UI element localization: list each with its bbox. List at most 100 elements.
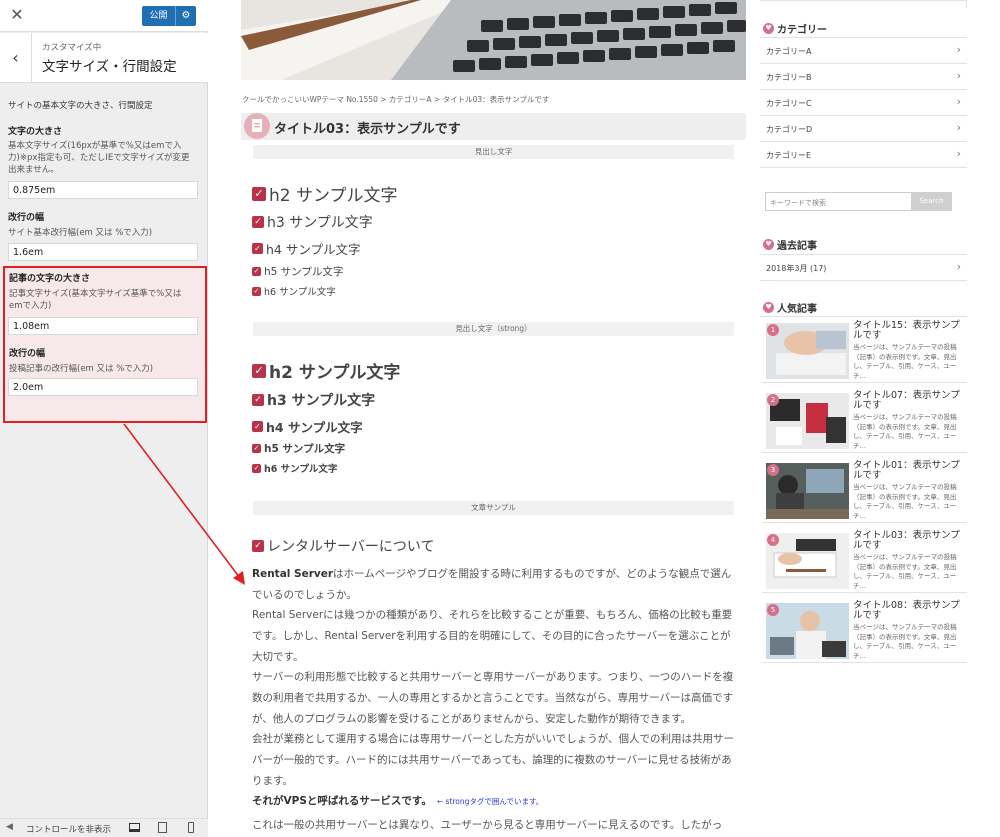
- heading-h2: ✓ h2 サンプル文字: [252, 181, 397, 206]
- publish-group: 公開 ⚙: [142, 6, 196, 26]
- archives-heading: ♥ 過去記事: [763, 237, 817, 252]
- desc-line: 力)※px指定も可、ただしIEで文字サイズが変更: [8, 153, 190, 163]
- hero-image: [241, 0, 746, 80]
- paragraph: それがVPSと呼ばれるサービスです。 ← strongタグで囲んでいます。: [252, 791, 738, 812]
- section-header: ‹ カスタマイズ中 文字サイズ・行間設定: [0, 33, 208, 83]
- publish-button[interactable]: 公開: [142, 6, 175, 26]
- section-title: 文字サイズ・行間設定: [42, 59, 177, 75]
- search-button[interactable]: Search: [911, 192, 952, 211]
- heading-text: h5 サンプル文字: [264, 266, 344, 278]
- check-icon: ✓: [252, 186, 266, 201]
- font-size-description: 基本文字サイズ(16pxが基準で%又はemで入 力)※px指定も可、ただしIEで…: [8, 140, 204, 176]
- heading-h4: ✓ h4 サンプル文字: [252, 239, 360, 258]
- post-excerpt: 当ページは、サンプルテーマの投稿（記事）の表示例です。文章、見出し、テーブル、引…: [853, 413, 957, 450]
- post-thumbnail: 5: [766, 603, 849, 659]
- category-label: カテゴリーB: [766, 73, 812, 82]
- heading-text: h6 サンプル文字: [264, 464, 338, 475]
- heading-h6: ✓ h6 サンプル文字: [252, 284, 336, 298]
- post-excerpt: 当ページは、サンプルテーマの投稿（記事）の表示例です。文章、見出し、テーブル、引…: [853, 483, 957, 520]
- customizer-screen: ✕ 公開 ⚙ ‹ カスタマイズ中 文字サイズ・行間設定 サイトの基本文字の大きさ…: [0, 0, 1000, 837]
- popular-post[interactable]: 2 タイトル07：表示サンプルです 当ページは、サンプルテーマの投稿（記事）の表…: [762, 389, 967, 453]
- mobile-icon[interactable]: [188, 822, 194, 833]
- close-icon[interactable]: ✕: [6, 4, 28, 26]
- tablet-icon[interactable]: [158, 822, 167, 833]
- chevron-right-icon: ›: [956, 121, 961, 134]
- heading-h5: ✓ h5 サンプル文字: [252, 264, 343, 279]
- paragraph: これは一般の共用サーバーとは異なり、ユーザーから見ると専用サーバーに見えるのです…: [252, 819, 723, 831]
- popular-heading: ♥ 人気記事: [763, 300, 817, 315]
- check-icon: ✓: [252, 243, 263, 254]
- desktop-icon[interactable]: [129, 823, 140, 832]
- section-description: サイトの基本文字の大きさ、行間設定: [8, 101, 153, 111]
- check-icon: ✓: [252, 363, 266, 378]
- post-title[interactable]: タイトル01：表示サンプルです: [853, 461, 965, 481]
- chevron-right-icon: ›: [956, 147, 961, 160]
- check-icon: ✓: [252, 394, 264, 406]
- font-size-input[interactable]: 0.875em: [8, 181, 198, 199]
- check-icon: ✓: [252, 463, 261, 473]
- caption-headings: 見出し文字: [253, 145, 734, 159]
- heading-text: h3 サンプル文字: [267, 393, 376, 409]
- section-heading: ✓ レンタルサーバーについて: [252, 536, 434, 556]
- category-item[interactable]: カテゴリーE ›: [760, 142, 967, 168]
- post-line-height-heading: 改行の幅: [9, 349, 46, 359]
- category-label: カテゴリーC: [766, 99, 812, 108]
- post-excerpt: 当ページは、サンプルテーマの投稿（記事）の表示例です。文章、見出し、テーブル、引…: [853, 623, 957, 660]
- paragraph: Rental Serverはホームページやブログを開設する時に利用するものですが…: [252, 564, 738, 606]
- search-input[interactable]: キーワードで検索: [765, 192, 912, 211]
- check-icon: ✓: [252, 540, 264, 552]
- gear-icon[interactable]: ⚙: [175, 6, 196, 26]
- collapse-icon[interactable]: ◀: [6, 822, 13, 832]
- divider: [760, 0, 967, 1]
- font-size-heading: 文字の大きさ: [8, 127, 63, 137]
- breadcrumb[interactable]: クールでかっこいいWPテーマ No.1550 > カテゴリーA > タイトル03…: [242, 94, 549, 105]
- paragraph: 会社が業務として運用する場合には専用サーバーとした方がいいでしょうが、個人での利…: [252, 733, 735, 787]
- post-font-size-input[interactable]: 1.08em: [8, 317, 198, 335]
- rank-badge: 2: [767, 394, 779, 406]
- category-item[interactable]: カテゴリーB ›: [760, 64, 967, 90]
- popular-post[interactable]: 5 タイトル08：表示サンプルです 当ページは、サンプルテーマの投稿（記事）の表…: [762, 599, 967, 663]
- divider: [966, 0, 967, 8]
- category-item[interactable]: カテゴリーD ›: [760, 116, 967, 142]
- check-icon: ✓: [252, 286, 261, 296]
- post-line-height-input[interactable]: 2.0em: [8, 378, 198, 396]
- heading-text: レンタルサーバーについて: [267, 539, 435, 555]
- archive-item[interactable]: 2018年3月 (17) ›: [760, 255, 967, 281]
- post-title[interactable]: タイトル03：表示サンプルです: [853, 531, 965, 551]
- heading-text: h4 サンプル文字: [266, 420, 363, 435]
- heading-text: h5 サンプル文字: [264, 443, 346, 455]
- heading-h4-strong: ✓ h4 サンプル文字: [252, 417, 363, 436]
- category-label: カテゴリーD: [766, 125, 813, 134]
- post-title[interactable]: タイトル08：表示サンプルです: [853, 601, 965, 621]
- strong-text: それがVPSと呼ばれるサービスです。: [252, 795, 432, 807]
- chevron-right-icon: ›: [956, 43, 961, 56]
- category-label: カテゴリーE: [766, 151, 812, 160]
- category-item[interactable]: カテゴリーA ›: [760, 38, 967, 64]
- widget-title: カテゴリー: [777, 25, 827, 36]
- popular-post[interactable]: 3 タイトル01：表示サンプルです 当ページは、サンプルテーマの投稿（記事）の表…: [762, 459, 967, 523]
- post-line-height-description: 投稿記事の改行幅(em 又は %で入力): [9, 364, 154, 374]
- line-height-description: サイト基本改行幅(em 又は %で入力): [8, 228, 153, 238]
- hide-controls-button[interactable]: コントロールを非表示: [26, 823, 111, 835]
- divider: [760, 316, 967, 317]
- annotation-note: ← strongタグで囲んでいます。: [436, 797, 544, 806]
- post-excerpt: 当ページは、サンプルテーマの投稿（記事）の表示例です。文章、見出し、テーブル、引…: [853, 553, 957, 590]
- heading-h3: ✓ h3 サンプル文字: [252, 212, 373, 232]
- heading-h2-strong: ✓ h2 サンプル文字: [252, 358, 400, 383]
- heading-text: h6 サンプル文字: [264, 287, 336, 298]
- popular-post[interactable]: 1 タイトル15：表示サンプルです 当ページは、サンプルテーマの投稿（記事）の表…: [762, 319, 967, 383]
- line-height-input[interactable]: 1.6em: [8, 243, 198, 261]
- back-icon[interactable]: ‹: [0, 33, 32, 82]
- post-title[interactable]: タイトル15：表示サンプルです: [853, 321, 965, 341]
- post-title[interactable]: タイトル07：表示サンプルです: [853, 391, 965, 411]
- desc-line: 出来ません。: [8, 165, 59, 175]
- heading-text: h4 サンプル文字: [266, 242, 361, 257]
- heart-icon: ♥: [763, 23, 774, 34]
- post-thumbnail: 4: [766, 533, 849, 589]
- popular-post[interactable]: 4 タイトル03：表示サンプルです 当ページは、サンプルテーマの投稿（記事）の表…: [762, 529, 967, 593]
- caption-text-sample: 文章サンプル: [253, 501, 734, 515]
- post-font-size-heading: 記事の文字の大きさ: [9, 274, 91, 284]
- post-title: タイトル03：表示サンプルです: [274, 122, 461, 137]
- category-item[interactable]: カテゴリーC ›: [760, 90, 967, 116]
- heading-h6-strong: ✓ h6 サンプル文字: [252, 461, 337, 475]
